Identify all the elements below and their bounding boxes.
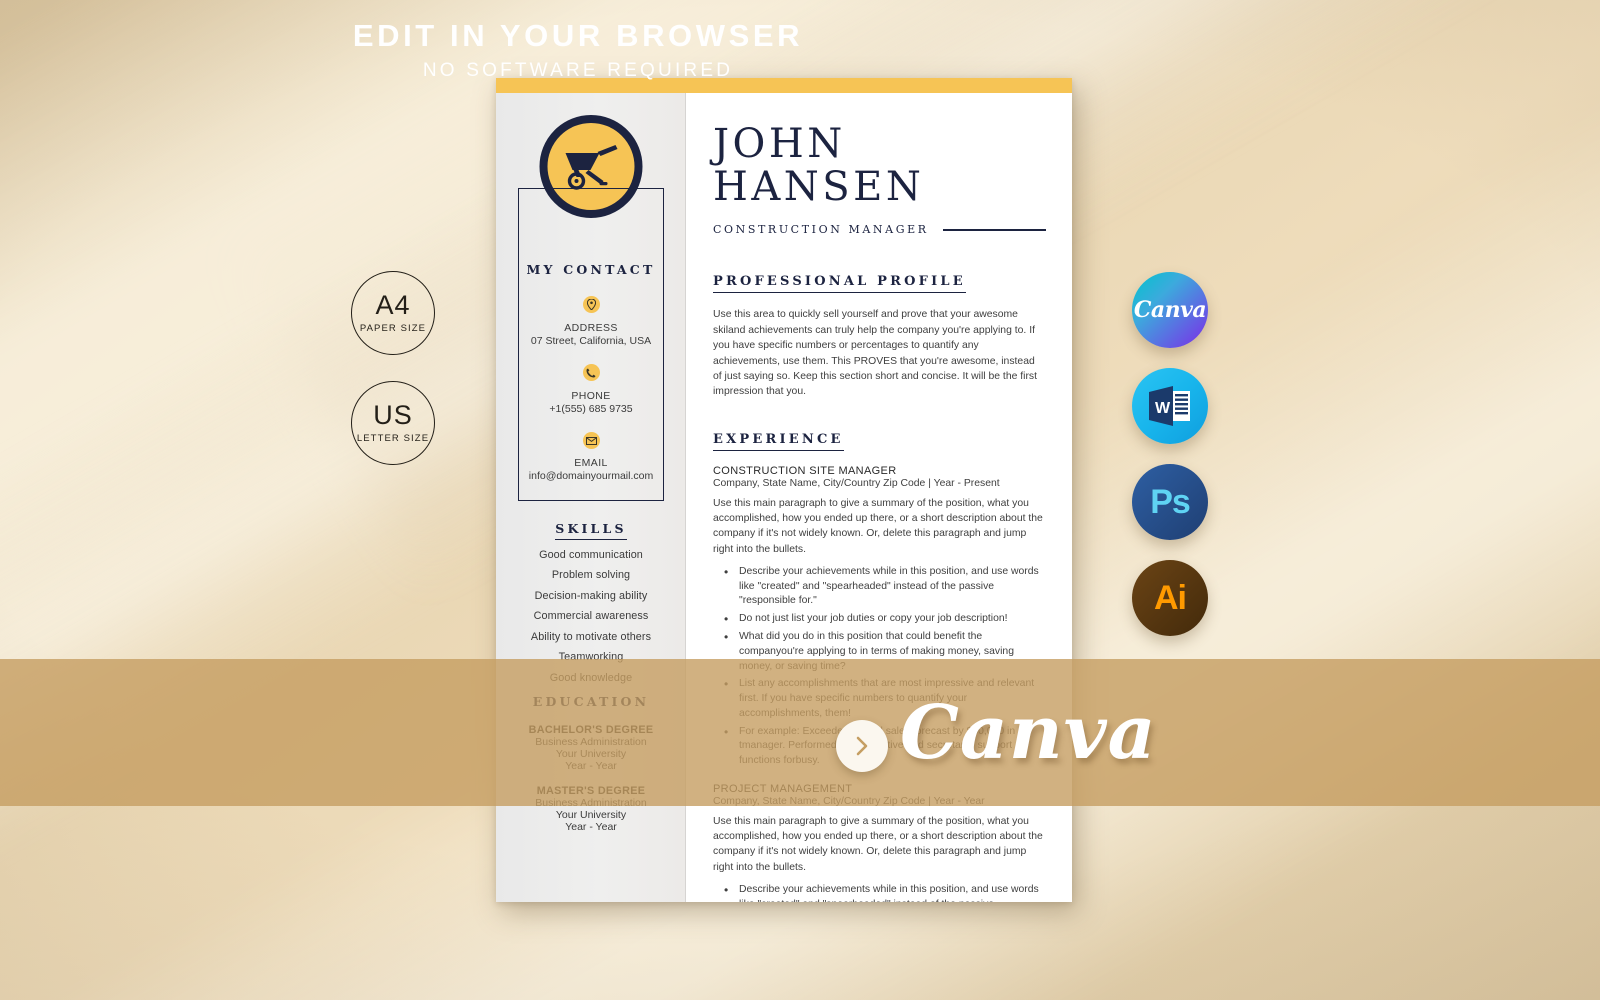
contact-email-value: info@domainyourmail.com [528,469,654,482]
job-bullet: Do not just list your job duties or copy… [724,611,1046,628]
a4-badge-sublabel: PAPER SIZE [359,323,427,334]
candidate-first-name: JOHN [713,121,846,167]
contact-item-phone: PHONE +1(555) 685 9735 [518,364,664,415]
job-description: Use this main paragraph to give a summar… [713,815,1043,873]
us-letter-size-badge: US LETTER SIZE [351,381,435,465]
word-document-icon: W [1149,386,1190,426]
contact-phone-value: +1(555) 685 9735 [549,402,633,415]
skills-heading: SKILLS [555,521,627,540]
job-meta: Company, State Name, City/Country Zip Co… [713,477,1000,489]
skill-item: Decision-making ability [534,589,648,602]
contact-heading-wrap: MY CONTACT [518,261,664,279]
photoshop-app-icon-label: Ps [1150,482,1191,521]
contact-address-value: 07 Street, California, USA [530,335,652,347]
job-description: Use this main paragraph to give a summar… [713,497,1043,555]
promo-text-block: EDIT IN YOUR BROWSER NO SOFTWARE REQUIRE… [348,18,808,82]
contact-phone-label: PHONE [571,389,611,402]
professional-profile-body: Use this area to quickly sell yourself a… [713,309,1038,398]
contact-section: MY CONTACT ADDRESS 07 Street, California… [518,261,664,482]
wheelbarrow-icon [565,144,618,190]
skill-item: Good communication [539,548,643,561]
photoshop-app-icon[interactable]: Ps [1132,464,1208,540]
promo-subheadline: NO SOFTWARE REQUIRED [422,59,734,81]
a4-size-badge: A4 PAPER SIZE [351,271,435,355]
role-divider-rule [942,229,1046,231]
education-school: Your University [555,809,627,821]
skill-item: Commercial awareness [533,610,649,622]
us-badge-sublabel: LETTER SIZE [356,433,430,444]
illustrator-app-icon-label: Ai [1154,578,1187,617]
education-years: Year - Year [565,821,617,833]
location-pin-icon [582,296,600,313]
job-bullet: Describe your achievements while in this… [724,564,1046,609]
skill-item: Problem solving [551,569,631,581]
contact-email-label: EMAIL [574,456,608,469]
experience-heading: EXPERIENCE [713,432,844,451]
canva-app-icon[interactable]: Canva [1132,272,1208,348]
professional-profile-heading: PROFESSIONAL PROFILE [713,274,966,294]
promo-headline: EDIT IN YOUR BROWSER [352,18,804,53]
phone-icon [582,364,600,381]
candidate-role-row: CONSTRUCTION MANAGER [713,223,1046,236]
canva-app-icon-label: Canva [1133,297,1207,323]
svg-text:W: W [1155,400,1171,417]
job-bullet: Describe your achievements while in this… [724,882,1046,902]
candidate-last-name: HANSEN [713,164,925,211]
microsoft-word-app-icon[interactable]: W [1132,368,1208,444]
us-badge-label: US [373,400,413,430]
professional-profile-section: PROFESSIONAL PROFILE Use this area to qu… [713,272,1046,399]
canva-wordmark: Canva [900,690,1157,776]
contact-heading: MY CONTACT [526,262,656,277]
envelope-icon [582,432,600,449]
candidate-role: CONSTRUCTION MANAGER [713,223,929,237]
chevron-right-icon [856,736,868,756]
contact-item-email: EMAIL info@domainyourmail.com [518,432,664,482]
promo-overlay-band [0,659,1600,806]
promo-arrow-button[interactable] [836,720,888,772]
contact-item-address: ADDRESS 07 Street, California, USA [518,296,664,347]
skill-item: Ability to motivate others [530,630,652,643]
job-bullet-list: Describe your achievements while in this… [713,882,1046,902]
illustrator-app-icon[interactable]: Ai [1132,560,1208,636]
screenshot-canvas: A4 PAPER SIZE US LETTER SIZE Canva W Ps … [0,0,1600,1000]
contact-address-label: ADDRESS [564,322,618,334]
a4-badge-label: A4 [375,290,411,320]
job-title: CONSTRUCTION SITE MANAGER [713,464,897,477]
